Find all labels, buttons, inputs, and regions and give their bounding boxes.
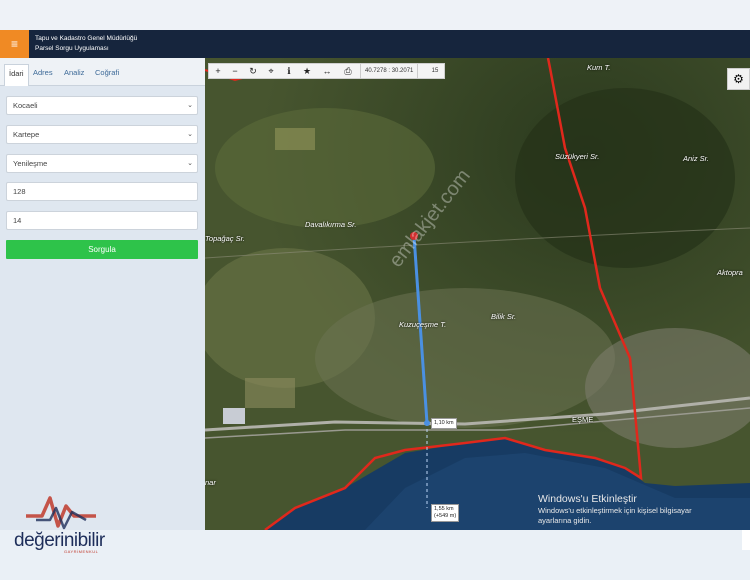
windows-activation-title: Windows'u Etkinleştir [538,493,637,505]
map-imagery [205,58,750,530]
locate-icon[interactable]: ⌖ [263,64,279,79]
print-icon[interactable]: ⎙ [340,64,356,79]
parcel-input[interactable]: 14 [6,211,198,230]
block-input[interactable]: 128 [6,182,198,201]
district-select[interactable]: Kartepe ⌄ [6,125,198,144]
logo-sub: GAYRİMENKUL [64,549,99,554]
map-label-kum: Kum T. [587,63,611,72]
map-toolbar: + − ↻ ⌖ ℹ ★ ↔ ⎙ 40.7278 : 30.2071 15 [208,63,445,79]
zoom-level: 15 [431,68,439,74]
neighborhood-value: Yenileşme [13,159,48,168]
info-icon[interactable]: ℹ [281,64,297,79]
windows-activation-line1: Windows'u etkinleştirmek için kişisel bi… [538,506,692,515]
satellite-map[interactable]: + − ↻ ⌖ ℹ ★ ↔ ⎙ 40.7278 : 30.2071 15 ⚙ K… [205,58,750,530]
app-header: ≡ Tapu ve Kadastro Genel Müdürlüğü Parse… [0,30,750,58]
windows-activation-notice: Windows'u Etkinleştir Windows'u etkinleş… [538,493,692,526]
logo-mark-icon [26,496,96,530]
measure-icon[interactable]: ↔ [319,64,335,79]
refresh-icon[interactable]: ↻ [245,64,261,79]
map-label-aniz: Aniz Sr. [683,154,709,163]
app-title: Tapu ve Kadastro Genel Müdürlüğü Parsel … [35,34,137,54]
app-title-line2: Parsel Sorgu Uygulaması [35,45,109,52]
minus-icon[interactable]: − [227,64,243,79]
tab-analiz[interactable]: Analiz [60,64,88,86]
star-icon[interactable]: ★ [299,64,315,79]
map-label-bilik: Bilik Sr. [491,312,517,321]
gear-icon[interactable]: ⚙ [727,68,750,90]
map-label-aktopra: Aktopra [717,268,743,277]
app-title-line1: Tapu ve Kadastro Genel Müdürlüğü [35,35,138,42]
query-button[interactable]: Sorgula [6,240,198,259]
map-label-nar: nar [205,478,216,487]
map-label-davalikirma: Davalıkırma Sr. [305,220,357,229]
map-label-kuzucesme: Kuzuçeşme T. [399,320,447,329]
coordinate-readout: 40.7278 : 30.2071 [360,64,419,79]
district-value: Kartepe [13,130,40,139]
hamburger-icon: ≡ [10,37,18,51]
browser-top-strip [0,0,750,30]
windows-activation-line2: ayarlarına gidin. [538,516,592,525]
tab-adres[interactable]: Adres [29,64,57,86]
tab-idari[interactable]: İdari [4,64,29,86]
map-label-esme: EŞME [572,415,594,424]
province-select[interactable]: Kocaeli ⌄ [6,96,198,115]
chevron-down-icon: ⌄ [187,160,193,167]
distance-label-2: 1,55 km (+549 m) [431,504,460,522]
plus-icon[interactable]: + [210,64,226,79]
query-sidebar: İdari Adres Analiz Coğrafi Kocaeli ⌄ Kar… [0,58,205,530]
chevron-down-icon: ⌄ [187,131,193,138]
scrollbar[interactable] [742,530,750,550]
province-value: Kocaeli [13,101,38,110]
chevron-down-icon: ⌄ [187,102,193,109]
tab-cografi[interactable]: Coğrafi [91,64,123,86]
distance-label-2-m: (+549 m) [434,513,457,519]
brand-logo: değerinibilir GAYRİMENKUL [12,492,122,554]
map-label-suzukyeri: Süzükyeri Sr. [555,152,600,161]
neighborhood-select[interactable]: Yenileşme ⌄ [6,154,198,173]
distance-label-2-km: 1,55 km [434,506,454,512]
query-tabs: İdari Adres Analiz Coğrafi [0,58,205,86]
map-label-topagac: Topağaç Sr. [205,234,245,243]
menu-button[interactable]: ≡ [0,30,29,58]
distance-label-1: 1,10 km [431,418,457,429]
